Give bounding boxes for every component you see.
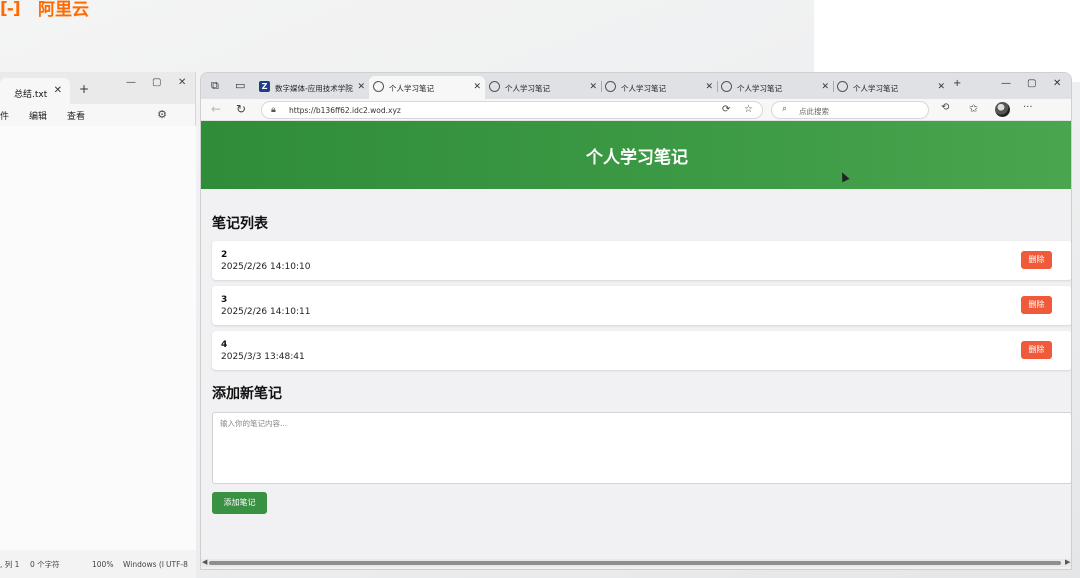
note-item: 3 2025/2/26 14:10:11 删除 [212, 286, 1071, 325]
notepad-tab[interactable]: 总结.txt ✕ [0, 78, 70, 104]
url-text: https://b136ff62.idc2.wod.xyz [289, 106, 401, 115]
aliyun-logo: [-] 阿里云 [0, 0, 89, 20]
scrollbar-thumb[interactable] [209, 561, 1061, 565]
notepad-tab-title: 总结.txt [14, 90, 48, 100]
profile-avatar[interactable] [995, 102, 1010, 117]
close-icon[interactable]: ✕ [357, 82, 365, 92]
notepad-window: 总结.txt ✕ + — ▢ ✕ 件 编辑 查看 ⚙ , 列 1 0 个字符 1… [0, 72, 196, 578]
notepad-editor[interactable] [0, 126, 196, 550]
minimize-icon[interactable]: — [126, 77, 136, 88]
tab-notes[interactable]: 个人学习笔记 ✕ [601, 76, 717, 99]
status-position: , 列 1 [0, 559, 20, 569]
tab-label: 个人学习笔记 [389, 84, 434, 93]
globe-icon [373, 81, 384, 92]
close-icon[interactable]: ✕ [589, 82, 597, 92]
horizontal-scrollbar[interactable]: ◀ ▶ [201, 558, 1071, 567]
globe-icon [721, 81, 732, 92]
tab-label: 个人学习笔记 [737, 84, 782, 93]
tab-notes[interactable]: 个人学习笔记 ✕ [833, 76, 949, 99]
maximize-icon[interactable]: ▢ [152, 77, 161, 88]
tab-notes[interactable]: 个人学习笔记 ✕ [485, 76, 601, 99]
minimize-icon[interactable]: — [1001, 78, 1011, 89]
new-tab-icon[interactable]: + [953, 78, 961, 89]
tab-label: 个人学习笔记 [505, 84, 550, 93]
note-time: 2025/2/26 14:10:10 [221, 262, 311, 272]
close-window-icon[interactable]: ✕ [178, 77, 186, 88]
aliyun-logo-text: 阿里云 [38, 0, 89, 20]
tab-school[interactable]: Z 数字媒体-应用技术学院 ✕ [255, 76, 369, 99]
note-time: 2025/2/26 14:10:11 [221, 307, 311, 317]
notepad-menubar: 件 编辑 查看 ⚙ [0, 104, 195, 126]
close-icon[interactable]: ✕ [473, 82, 481, 92]
globe-icon [489, 81, 500, 92]
new-tab-icon[interactable]: + [79, 82, 89, 96]
tab-strip: ⧉ ▭ Z 数字媒体-应用技术学院 ✕ 个人学习笔记 ✕ 个人学习笔记 ✕ 个人… [201, 73, 1071, 99]
note-name: 2 [221, 250, 228, 260]
status-chars: 0 个字符 [30, 559, 60, 569]
close-window-icon[interactable]: ✕ [1053, 78, 1061, 89]
tab-notes[interactable]: 个人学习笔记 ✕ [717, 76, 833, 99]
globe-icon [837, 81, 848, 92]
tab-label: 个人学习笔记 [853, 84, 898, 93]
search-placeholder: 点此搜索 [799, 107, 829, 116]
close-icon[interactable]: ✕ [705, 82, 713, 92]
page-title: 个人学习笔记 [586, 147, 688, 168]
tab-label: 数字媒体-应用技术学院 [275, 84, 353, 93]
delete-note-button[interactable]: 删除 [1021, 251, 1052, 269]
translate-icon[interactable]: ⟳ [722, 104, 730, 115]
close-icon[interactable]: ✕ [937, 82, 945, 92]
tab-label: 个人学习笔记 [621, 84, 666, 93]
scroll-right-icon[interactable]: ▶ [1065, 558, 1070, 566]
scroll-left-icon[interactable]: ◀ [202, 558, 207, 566]
search-box[interactable]: ⌕ 点此搜索 [771, 101, 929, 119]
browser-window: ⧉ ▭ Z 数字媒体-应用技术学院 ✕ 个人学习笔记 ✕ 个人学习笔记 ✕ 个人… [200, 72, 1072, 570]
favorites-icon[interactable]: ✩ [969, 102, 978, 115]
note-content-input[interactable] [212, 412, 1071, 484]
status-line-ending: Windows (I [123, 559, 165, 569]
browser-toolbar: ← ↻ 🔒︎ https://b136ff62.idc2.wod.xyz ⟳ ☆… [201, 99, 1071, 121]
globe-icon [605, 81, 616, 92]
maximize-icon[interactable]: ▢ [1027, 78, 1036, 89]
page-header: 个人学习笔记 [201, 121, 1071, 189]
menu-view[interactable]: 查看 [67, 109, 85, 122]
gear-icon[interactable]: ⚙ [157, 108, 167, 121]
tab-actions-icon[interactable]: ▭ [235, 79, 245, 92]
menu-file[interactable]: 件 [0, 109, 9, 122]
overlay-patch [814, 0, 1080, 82]
delete-note-button[interactable]: 删除 [1021, 296, 1052, 314]
status-zoom: 100% [92, 559, 114, 569]
note-name: 3 [221, 295, 228, 305]
note-name: 4 [221, 340, 228, 350]
note-list-heading: 笔记列表 [212, 216, 268, 232]
back-icon[interactable]: ← [211, 102, 221, 116]
add-note-button[interactable]: 添加笔记 [212, 492, 267, 514]
note-item: 4 2025/3/3 13:48:41 删除 [212, 331, 1071, 370]
notepad-statusbar: , 列 1 0 个字符 100% Windows (I UTF-8 [0, 550, 196, 578]
aliyun-logo-mark: [-] [0, 0, 21, 19]
add-note-heading: 添加新笔记 [212, 386, 282, 402]
tab-notes-active[interactable]: 个人学习笔记 ✕ [369, 76, 485, 99]
more-menu-icon[interactable]: ··· [1023, 102, 1033, 113]
workspaces-icon[interactable]: ⧉ [211, 79, 219, 93]
close-icon[interactable]: ✕ [821, 82, 829, 92]
notepad-titlebar: 总结.txt ✕ + — ▢ ✕ [0, 72, 195, 104]
search-icon: ⌕ [782, 104, 788, 114]
delete-note-button[interactable]: 删除 [1021, 341, 1052, 359]
z-site-icon: Z [259, 81, 270, 92]
favorite-star-icon[interactable]: ☆ [744, 104, 753, 115]
status-encoding: UTF-8 [166, 559, 188, 569]
close-icon[interactable]: ✕ [54, 85, 62, 96]
address-bar[interactable]: 🔒︎ https://b136ff62.idc2.wod.xyz ⟳ ☆ [261, 101, 763, 119]
note-time: 2025/3/3 13:48:41 [221, 352, 305, 362]
note-item: 2 2025/2/26 14:10:10 删除 [212, 241, 1071, 280]
refresh-icon[interactable]: ↻ [236, 102, 246, 116]
extensions-icon[interactable]: ⟲ [941, 102, 949, 113]
menu-edit[interactable]: 编辑 [29, 109, 47, 122]
lock-icon[interactable]: 🔒︎ [271, 105, 276, 115]
